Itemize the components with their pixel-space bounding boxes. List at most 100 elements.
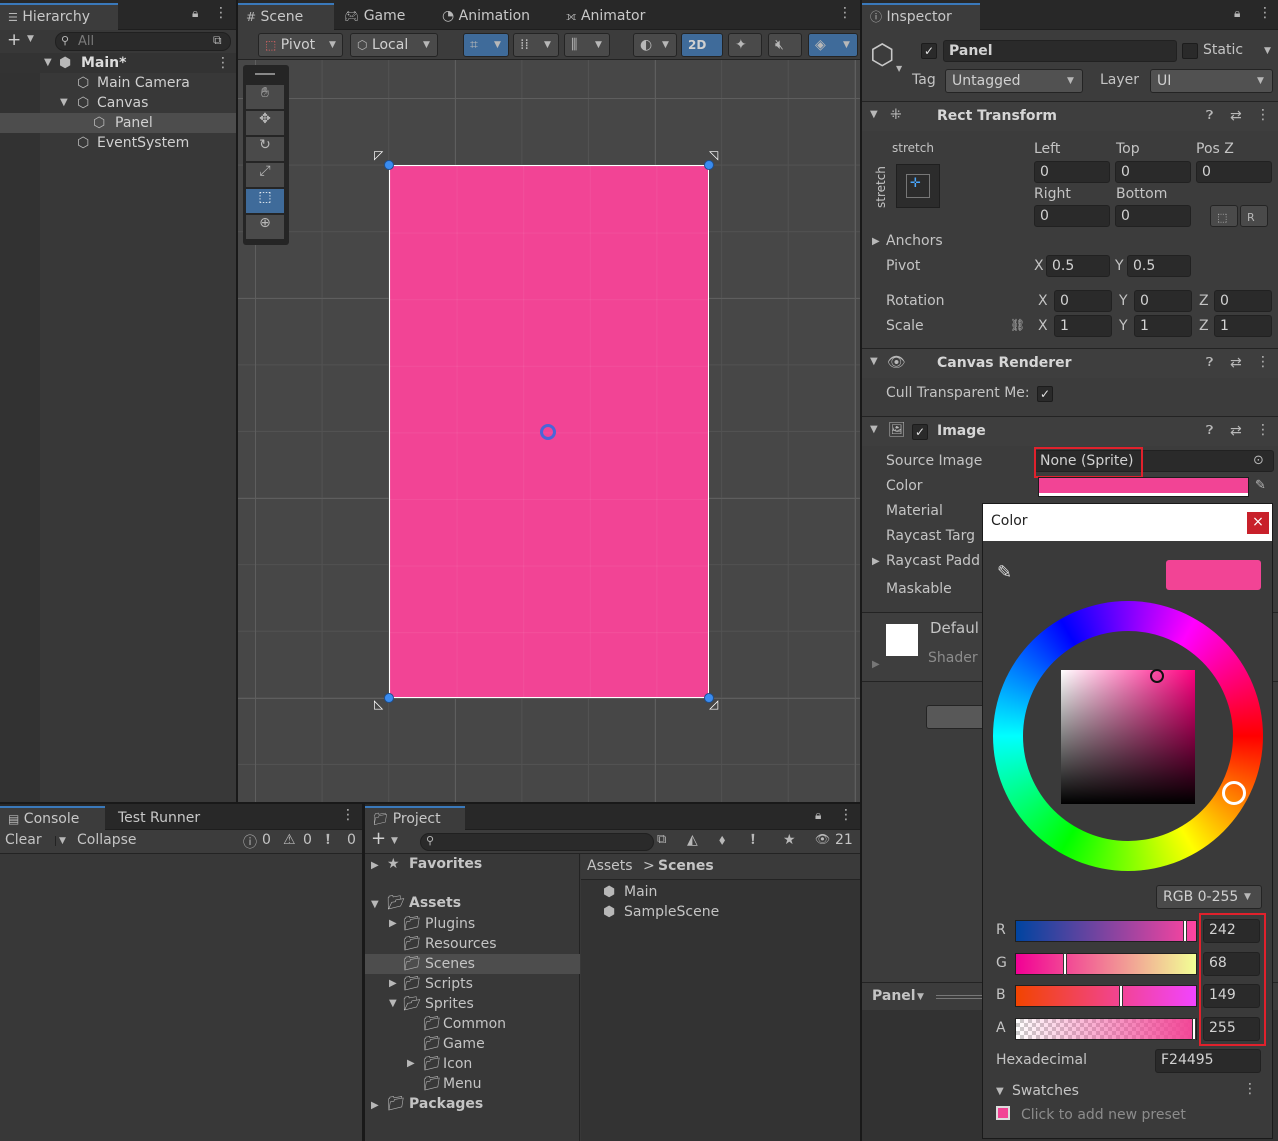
folder-item[interactable]: ▶ 📁︎ Plugins <box>365 914 580 934</box>
overlay-drag-handle[interactable] <box>255 73 275 75</box>
channel-g-knob[interactable] <box>1063 953 1067 975</box>
hierarchy-search-input[interactable]: ⚲ All ⧉ <box>55 32 231 51</box>
tag-dropdown[interactable]: Untagged ▼ <box>945 69 1083 93</box>
tab-animator[interactable]: ⟗ Animator <box>558 3 653 30</box>
channel-a-knob[interactable] <box>1192 1018 1196 1040</box>
dropdown-arrow-icon[interactable]: ▼ <box>27 34 34 44</box>
hierarchy-item[interactable]: ⬡ Main Camera <box>0 73 236 93</box>
close-button[interactable]: × <box>1247 512 1269 534</box>
favorites-label[interactable]: Favorites <box>409 856 482 872</box>
presets-icon[interactable]: ⇄ <box>1230 108 1242 124</box>
rotation-x-input[interactable]: 0 <box>1054 290 1112 312</box>
folder-item[interactable]: ▼ 📂︎ Sprites <box>365 994 580 1014</box>
bottom-input[interactable]: 0 <box>1115 205 1191 227</box>
lock-icon[interactable]: 🔒︎ <box>815 808 821 823</box>
channel-g-slider[interactable] <box>1015 953 1197 975</box>
info-count-icon[interactable]: ⓘ <box>243 832 257 852</box>
anchor-icon[interactable]: ◸ <box>374 148 383 162</box>
image-enabled-checkbox[interactable]: ✓ <box>912 424 928 440</box>
help-icon[interactable]: ❓︎ <box>1206 355 1213 370</box>
anchor-icon[interactable]: ◿ <box>709 697 718 711</box>
cull-transparent-checkbox[interactable]: ✓ <box>1037 386 1053 402</box>
folder-item[interactable]: 📁︎ Resources <box>365 934 580 954</box>
tab-scene[interactable]: # Scene <box>238 3 334 30</box>
kebab-menu-icon[interactable]: ⋮ <box>1256 354 1270 370</box>
search-by-type-icon[interactable]: ⧉ <box>657 832 666 847</box>
collapse-arrow-icon[interactable]: ▼ <box>870 109 878 120</box>
scene-menu-icon[interactable]: ⋮ <box>216 53 230 73</box>
dropdown-arrow-icon[interactable]: ▼ <box>391 836 398 846</box>
rect-tool[interactable]: ⬚ <box>246 189 284 213</box>
help-icon[interactable]: ❓︎ <box>1206 108 1213 123</box>
expand-arrow-icon[interactable]: ▶ <box>389 974 397 994</box>
hand-tool[interactable]: ✋︎ <box>246 85 284 109</box>
dropdown-arrow-icon[interactable]: ▼ <box>55 836 66 846</box>
scale-z-input[interactable]: 1 <box>1214 315 1272 337</box>
transform-tool[interactable]: ⊕ <box>246 215 284 239</box>
local-dropdown[interactable]: ⬡ Local ▼ <box>350 33 438 57</box>
collapse-arrow-icon[interactable]: ▼ <box>870 356 878 367</box>
kebab-menu-icon[interactable]: ⋮ <box>839 807 853 823</box>
expand-arrow-icon[interactable]: ▶ <box>407 1054 415 1074</box>
kebab-menu-icon[interactable]: ⋮ <box>341 807 355 823</box>
top-input[interactable]: 0 <box>1115 161 1191 183</box>
hierarchy-item[interactable]: ▼ ⬡ Canvas <box>0 93 236 113</box>
expand-arrow-icon[interactable]: ▶ <box>371 860 379 871</box>
pivot-y-input[interactable]: 0.5 <box>1127 255 1191 277</box>
preset-hint[interactable]: Click to add new preset <box>1021 1107 1186 1123</box>
kebab-menu-icon[interactable]: ⋮ <box>838 5 852 21</box>
grid-snap-button[interactable]: ⌗ ▼ <box>463 33 509 57</box>
tab-hierarchy[interactable]: ☰ Hierarchy <box>0 3 118 30</box>
saturation-value-handle[interactable] <box>1150 669 1164 683</box>
expand-arrow-icon[interactable]: ▶ <box>872 236 880 247</box>
file-item[interactable]: ⬢ Main <box>581 882 860 902</box>
rect-handle-bl[interactable] <box>384 693 394 703</box>
kebab-menu-icon[interactable]: ⋮ <box>1256 107 1270 123</box>
expand-arrow-icon[interactable]: ▶ <box>389 914 397 934</box>
eyedropper-icon[interactable]: ✎ <box>1255 478 1266 493</box>
add-component-button[interactable] <box>926 705 986 729</box>
expand-arrow-icon[interactable]: ▶ <box>872 659 880 670</box>
kebab-menu-icon[interactable]: ⋮ <box>214 5 228 21</box>
dropdown-arrow-icon[interactable]: ▼ <box>917 992 924 1002</box>
log-filter-icon[interactable]: ❗︎ <box>751 832 755 848</box>
eyedropper-icon[interactable]: ✎ <box>997 562 1012 583</box>
anchor-icon[interactable]: ◹ <box>709 148 718 162</box>
dropdown-arrow-icon[interactable]: ▼ <box>1264 46 1271 56</box>
object-picker-icon[interactable]: ⊙ <box>1253 451 1264 471</box>
anchor-presets-button[interactable]: ✛ <box>896 164 940 208</box>
expand-arrow-icon[interactable]: ▼ <box>44 53 52 73</box>
visibility-eye-icon[interactable]: 👁︎ <box>815 832 830 846</box>
rotate-tool[interactable]: ↻ <box>246 137 284 161</box>
lock-icon[interactable]: 🔒︎ <box>192 6 198 21</box>
active-checkbox[interactable]: ✓ <box>921 43 937 59</box>
tab-inspector[interactable]: ⓘ Inspector <box>862 3 980 30</box>
hierarchy-item[interactable]: ⬡ EventSystem <box>0 133 236 153</box>
project-search-input[interactable]: ⚲ <box>420 833 654 851</box>
pivot-gizmo[interactable] <box>540 424 556 440</box>
rotation-z-input[interactable]: 0 <box>1214 290 1272 312</box>
gameobject-cube-icon[interactable]: ⬡ <box>870 38 894 71</box>
shading-mode-button[interactable]: ◐ ▼ <box>633 33 677 57</box>
constrain-proportions-icon[interactable]: ⛓︎ <box>1010 318 1025 332</box>
collapse-arrow-icon[interactable]: ▼ <box>996 1086 1004 1097</box>
folder-item[interactable]: 📁︎ Game <box>365 1034 580 1054</box>
favorites-star-icon[interactable]: ★ <box>783 832 796 848</box>
channel-b-slider[interactable] <box>1015 985 1197 1007</box>
swatches-label[interactable]: Swatches <box>1012 1083 1079 1099</box>
channel-r-knob[interactable] <box>1183 920 1187 942</box>
preset-swatch[interactable] <box>996 1106 1010 1120</box>
collapse-button[interactable]: Collapse <box>77 832 137 848</box>
filter-by-label-icon[interactable]: ⬧ <box>719 832 725 848</box>
tab-game[interactable]: 🎮︎ Game <box>336 3 413 30</box>
lighting-button[interactable]: ✦ <box>728 33 762 57</box>
kebab-menu-icon[interactable]: ⋮ <box>1243 1081 1257 1097</box>
collapse-arrow-icon[interactable]: ▼ <box>870 424 878 435</box>
rect-handle-tl[interactable] <box>384 160 394 170</box>
move-tool[interactable]: ✥ <box>246 111 284 135</box>
warning-icon[interactable]: ⚠ <box>283 832 296 848</box>
presets-icon[interactable]: ⇄ <box>1230 355 1242 371</box>
tab-animation[interactable]: ◔ Animation <box>434 3 538 30</box>
filter-by-type-icon[interactable]: ◭ <box>687 832 698 848</box>
channel-b-knob[interactable] <box>1119 985 1123 1007</box>
